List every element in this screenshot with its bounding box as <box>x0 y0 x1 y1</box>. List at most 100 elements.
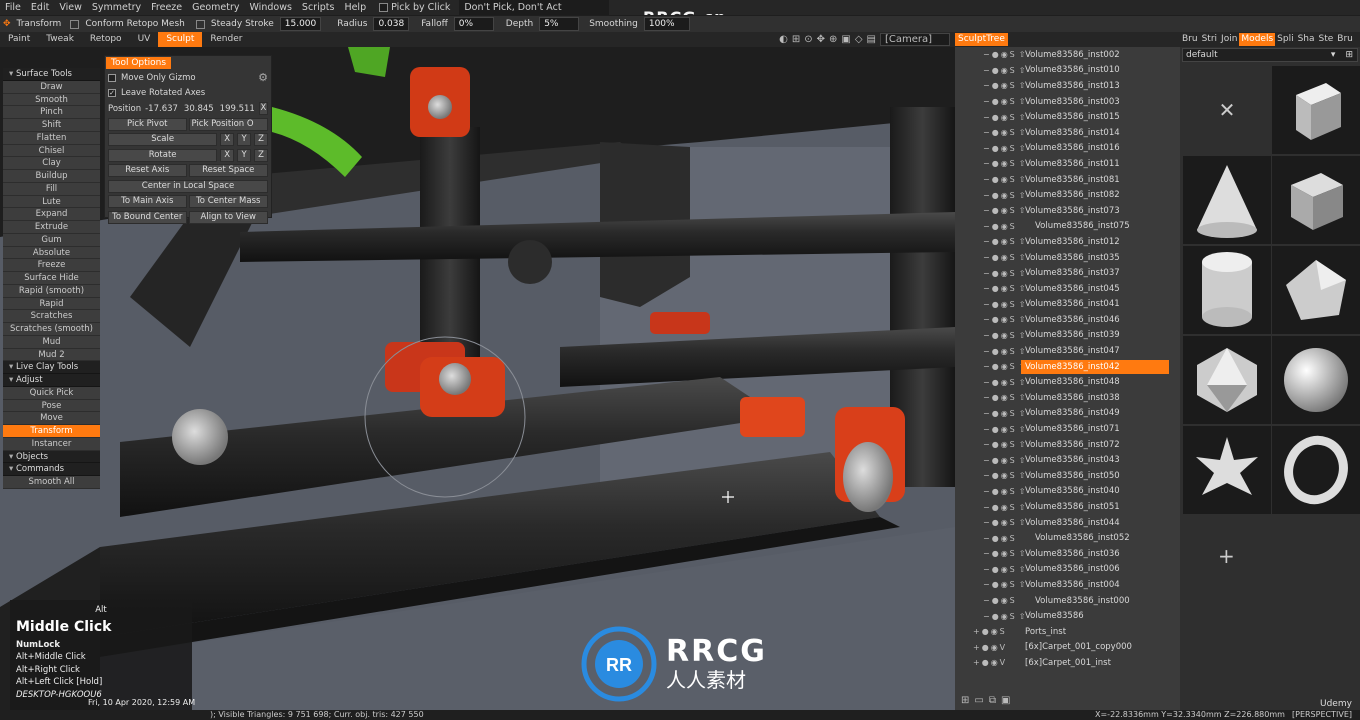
tool-item[interactable]: Freeze <box>3 259 100 272</box>
expand-icon[interactable]: − <box>983 580 990 589</box>
object-type-icon[interactable]: S <box>1010 66 1015 75</box>
shading-icon[interactable]: ◐ <box>779 34 788 45</box>
cube-icon[interactable]: ◇ <box>855 34 863 45</box>
tab-sculpt[interactable]: Sculpt <box>158 32 203 47</box>
visibility-icon[interactable]: ● <box>992 534 999 543</box>
ghost-icon[interactable]: ◉ <box>1001 565 1008 574</box>
tool-item[interactable]: Expand <box>3 208 100 221</box>
tool-item[interactable]: Smooth All <box>3 476 100 489</box>
preset-select[interactable]: default ▾ ⊞ <box>1182 48 1358 62</box>
zoom-icon[interactable]: ⊕ <box>829 34 837 45</box>
scale-z-button[interactable]: Z <box>254 133 269 147</box>
tree-row[interactable]: + ● ◉ V [6x]Carpet_001_inst <box>955 655 1180 671</box>
ghost-icon[interactable]: ◉ <box>1001 331 1008 340</box>
tree-row[interactable]: − ● ◉ S ⇧ Volume83586_inst039 <box>955 328 1180 344</box>
ghost-icon[interactable]: ◉ <box>1001 409 1008 418</box>
expand-icon[interactable]: + <box>973 643 980 652</box>
ghost-icon[interactable]: ◉ <box>1001 66 1008 75</box>
object-type-icon[interactable]: V <box>1000 658 1005 667</box>
expand-icon[interactable]: − <box>983 159 990 168</box>
tab-models[interactable]: Models <box>1239 33 1276 46</box>
rotate-y-button[interactable]: Y <box>237 148 252 162</box>
ghost-icon[interactable]: ◉ <box>1001 206 1008 215</box>
to-main-axis-button[interactable]: To Main Axis <box>108 195 187 209</box>
tool-section-header[interactable]: Live Clay Tools <box>3 361 100 374</box>
tree-row[interactable]: − ● ◉ S ⇧ Volume83586 <box>955 608 1180 624</box>
ghost-icon[interactable]: ◉ <box>1001 222 1008 231</box>
object-type-icon[interactable]: S <box>1010 378 1015 387</box>
visibility-icon[interactable]: ● <box>992 518 999 527</box>
menu-help[interactable]: Help <box>339 0 371 15</box>
object-type-icon[interactable]: S <box>1010 487 1015 496</box>
tree-row[interactable]: − ● ◉ S ⇧ Volume83586_inst037 <box>955 265 1180 281</box>
visibility-icon[interactable]: ● <box>992 284 999 293</box>
expand-icon[interactable]: − <box>983 612 990 621</box>
expand-icon[interactable]: − <box>983 471 990 480</box>
tree-row[interactable]: − ● ◉ S ⇧ Volume83586_inst010 <box>955 63 1180 79</box>
expand-icon[interactable]: − <box>983 565 990 574</box>
menu-scripts[interactable]: Scripts <box>297 0 340 15</box>
expand-icon[interactable]: − <box>983 331 990 340</box>
visibility-icon[interactable]: ● <box>992 175 999 184</box>
tree-row[interactable]: − ● ◉ S ⇧ Volume83586_inst047 <box>955 343 1180 359</box>
menu-edit[interactable]: Edit <box>26 0 54 15</box>
expand-icon[interactable]: − <box>983 253 990 262</box>
tree-row[interactable]: − ● ◉ S ⇧ Volume83586_inst072 <box>955 437 1180 453</box>
object-type-icon[interactable]: S <box>1010 549 1015 558</box>
tree-row[interactable]: + ● ◉ V [6x]Carpet_001_copy000 <box>955 640 1180 656</box>
ghost-icon[interactable]: ◉ <box>1001 347 1008 356</box>
tool-item[interactable]: Lute <box>3 195 100 209</box>
add-icon[interactable]: ⊞ <box>1345 49 1353 61</box>
tab-retopo[interactable]: Retopo <box>82 32 130 47</box>
object-type-icon[interactable]: S <box>1010 206 1015 215</box>
tool-item[interactable]: Move <box>3 412 100 425</box>
visibility-icon[interactable]: ● <box>992 456 999 465</box>
menu-file[interactable]: File <box>0 0 26 15</box>
expand-icon[interactable]: − <box>983 534 990 543</box>
tool-item[interactable]: Fill <box>3 182 100 196</box>
visibility-icon[interactable]: ● <box>992 409 999 418</box>
tool-section-header[interactable]: Adjust <box>3 374 100 387</box>
tree-row[interactable]: − ● ◉ S Volume83586_inst000 <box>955 593 1180 609</box>
tool-item[interactable]: Shift <box>3 119 100 132</box>
pick-by-click-checkbox[interactable] <box>379 3 389 12</box>
object-type-icon[interactable]: S <box>1010 191 1015 200</box>
ghost-icon[interactable]: ◉ <box>1001 362 1008 371</box>
expand-icon[interactable]: − <box>983 362 990 371</box>
tab-shaders[interactable]: Sha <box>1296 33 1317 46</box>
object-type-icon[interactable]: S <box>1010 315 1015 324</box>
expand-icon[interactable]: − <box>983 440 990 449</box>
expand-icon[interactable]: − <box>983 549 990 558</box>
object-type-icon[interactable]: S <box>1010 612 1015 621</box>
tree-row[interactable]: − ● ◉ S ⇧ Volume83586_inst046 <box>955 312 1180 328</box>
tool-item[interactable]: Rapid (smooth) <box>3 284 100 298</box>
tool-item[interactable]: Rapid <box>3 297 100 311</box>
tab-strips[interactable]: Stri <box>1200 33 1219 46</box>
expand-icon[interactable]: − <box>983 284 990 293</box>
tool-item[interactable]: Buildup <box>3 170 100 183</box>
object-type-icon[interactable]: S <box>1010 393 1015 402</box>
tool-item[interactable]: Mud 2 <box>3 348 100 362</box>
visibility-icon[interactable]: ● <box>992 300 999 309</box>
tree-row[interactable]: −●◉S⇧Volume83586_inst042 <box>955 359 1180 375</box>
tool-item[interactable]: Instancer <box>3 437 100 451</box>
object-type-icon[interactable]: S <box>1010 331 1015 340</box>
object-type-icon[interactable]: S <box>1010 456 1015 465</box>
visibility-icon[interactable]: ● <box>992 347 999 356</box>
object-type-icon[interactable]: S <box>1010 113 1015 122</box>
expand-icon[interactable]: − <box>983 206 990 215</box>
object-type-icon[interactable]: S <box>1010 565 1015 574</box>
tool-section-header[interactable]: Commands <box>3 463 100 476</box>
model-box[interactable] <box>1272 66 1360 154</box>
visibility-icon[interactable]: ● <box>992 222 999 231</box>
target-icon[interactable]: ⊙ <box>804 34 812 45</box>
scale-y-button[interactable]: Y <box>237 133 252 147</box>
tool-item[interactable]: Gum <box>3 233 100 247</box>
tree-row[interactable]: − ● ◉ S ⇧ Volume83586_inst013 <box>955 78 1180 94</box>
expand-icon[interactable]: − <box>983 144 990 153</box>
visibility-icon[interactable]: ● <box>992 440 999 449</box>
tree-row[interactable]: − ● ◉ S ⇧ Volume83586_inst048 <box>955 374 1180 390</box>
object-type-icon[interactable]: S <box>1010 175 1015 184</box>
tool-section-header[interactable]: Objects <box>3 450 100 464</box>
visibility-icon[interactable]: ● <box>992 612 999 621</box>
